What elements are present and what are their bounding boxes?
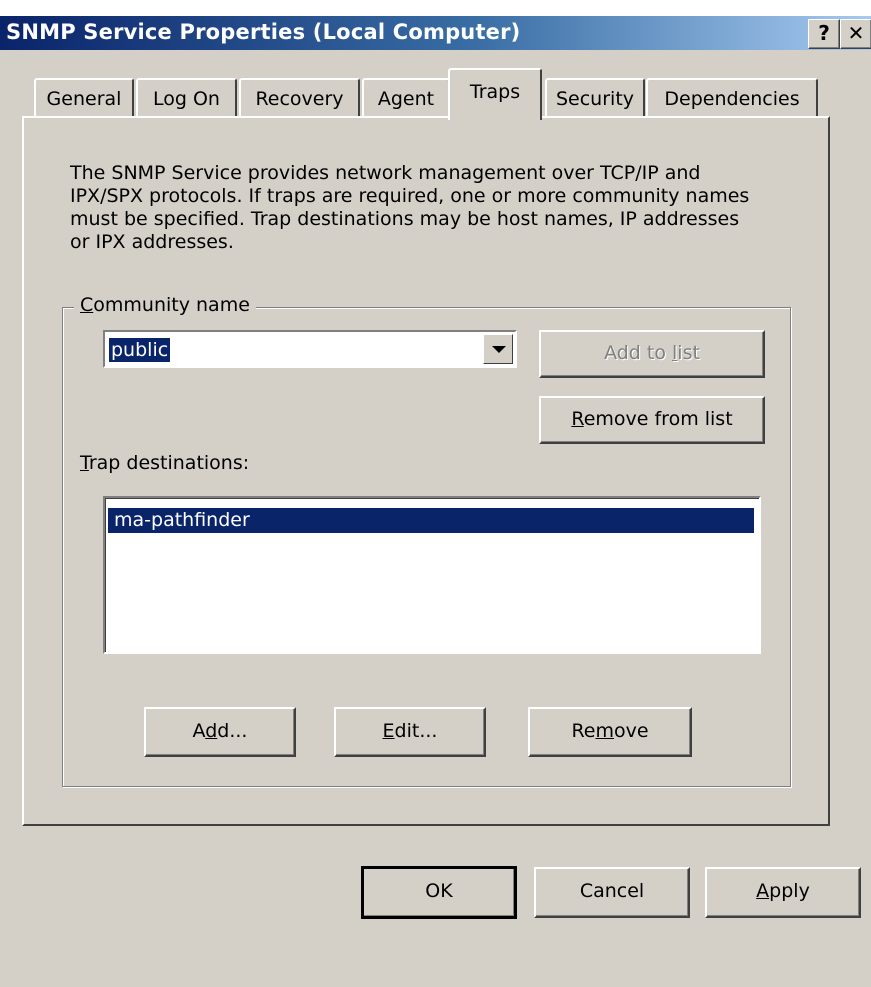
ok-button[interactable]: OK: [361, 866, 517, 919]
remove-from-list-button[interactable]: Remove from list: [539, 396, 765, 444]
trap-destinations-list[interactable]: ma-pathfinder: [103, 496, 761, 654]
tab-security[interactable]: Security: [545, 78, 645, 118]
window-title: SNMP Service Properties (Local Computer): [6, 20, 521, 44]
trap-destinations-label: Trap destinations:: [80, 452, 250, 474]
tab-recovery[interactable]: Recovery: [239, 78, 360, 118]
edit-destination-button[interactable]: Edit...: [334, 707, 486, 757]
traps-description: The SNMP Service provides network manage…: [70, 162, 750, 253]
title-bar[interactable]: SNMP Service Properties (Local Computer)…: [0, 0, 871, 50]
remove-destination-button[interactable]: Remove: [528, 707, 692, 757]
tab-agent[interactable]: Agent: [362, 78, 450, 118]
chevron-down-icon[interactable]: [483, 334, 513, 364]
tab-log-on[interactable]: Log On: [136, 78, 237, 118]
add-destination-button[interactable]: Add...: [144, 707, 296, 757]
close-button[interactable]: ✕: [840, 19, 871, 49]
community-name-combo[interactable]: public: [103, 330, 517, 368]
apply-button[interactable]: Apply: [705, 867, 861, 918]
tab-dependencies[interactable]: Dependencies: [646, 78, 818, 118]
cancel-button[interactable]: Cancel: [534, 867, 690, 918]
tab-traps[interactable]: Traps: [448, 68, 542, 120]
help-button[interactable]: ?: [808, 19, 840, 49]
list-item[interactable]: ma-pathfinder: [108, 508, 754, 533]
community-name-value: public: [109, 338, 171, 362]
tab-general[interactable]: General: [34, 78, 134, 118]
add-to-list-button[interactable]: Add to list: [539, 330, 765, 378]
community-name-label: Community name: [74, 294, 256, 316]
